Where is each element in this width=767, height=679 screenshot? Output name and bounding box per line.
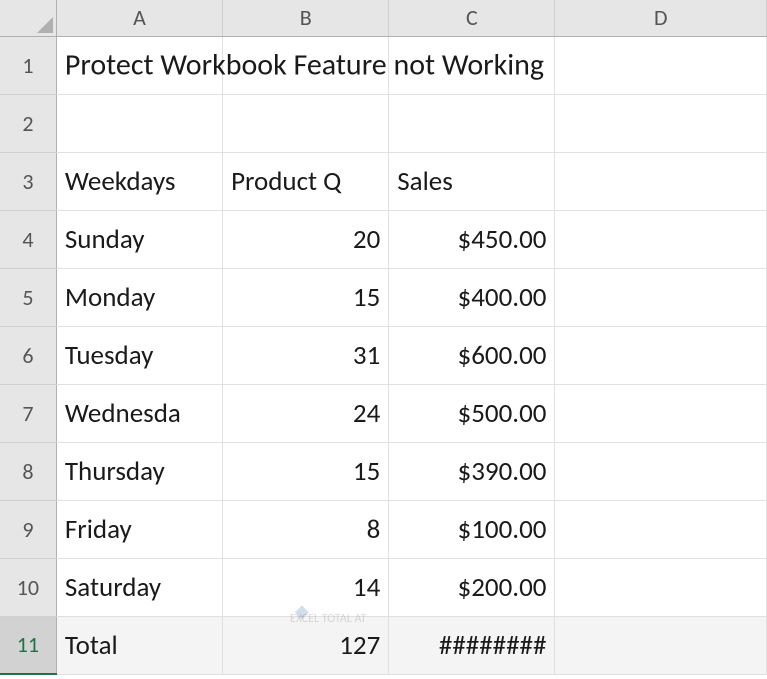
cell-c3[interactable]: Sales (389, 152, 555, 210)
spreadsheet-grid[interactable]: A B C D 1 Protect Workbook Feature not W… (0, 0, 767, 675)
cell-c10[interactable]: $200.00 (389, 558, 555, 616)
cell-b6[interactable]: 31 (223, 326, 389, 384)
cell-d5[interactable] (555, 268, 767, 326)
cell-d1[interactable] (555, 36, 767, 94)
col-header-a[interactable]: A (56, 0, 222, 36)
cell-b11[interactable]: 127 (223, 616, 389, 674)
cell-d7[interactable] (555, 384, 767, 442)
cell-a8[interactable]: Thursday (56, 442, 222, 500)
select-all-corner[interactable] (0, 0, 56, 36)
cell-b7[interactable]: 24 (223, 384, 389, 442)
cell-a11[interactable]: Total (56, 616, 222, 674)
cell-d2[interactable] (555, 94, 767, 152)
cell-b8[interactable]: 15 (223, 442, 389, 500)
cell-d10[interactable] (555, 558, 767, 616)
cell-c11[interactable]: ######## (389, 616, 555, 674)
cell-b4[interactable]: 20 (223, 210, 389, 268)
cell-d11[interactable] (555, 616, 767, 674)
row-header-1[interactable]: 1 (0, 36, 56, 94)
cell-d6[interactable] (555, 326, 767, 384)
cell-c5[interactable]: $400.00 (389, 268, 555, 326)
cell-a7[interactable]: Wednesda (56, 384, 222, 442)
cell-b9[interactable]: 8 (223, 500, 389, 558)
cell-a4[interactable]: Sunday (56, 210, 222, 268)
col-header-d[interactable]: D (555, 0, 767, 36)
cell-c6[interactable]: $600.00 (389, 326, 555, 384)
cell-c4[interactable]: $450.00 (389, 210, 555, 268)
col-header-c[interactable]: C (389, 0, 555, 36)
row-header-7[interactable]: 7 (0, 384, 56, 442)
cell-b2[interactable] (223, 94, 389, 152)
row-header-2[interactable]: 2 (0, 94, 56, 152)
cell-c7[interactable]: $500.00 (389, 384, 555, 442)
cell-d9[interactable] (555, 500, 767, 558)
cell-a1[interactable]: Protect Workbook Feature not Working (56, 36, 222, 94)
row-header-9[interactable]: 9 (0, 500, 56, 558)
row-header-5[interactable]: 5 (0, 268, 56, 326)
cell-a10[interactable]: Saturday (56, 558, 222, 616)
cell-c2[interactable] (389, 94, 555, 152)
row-header-10[interactable]: 10 (0, 558, 56, 616)
cell-c8[interactable]: $390.00 (389, 442, 555, 500)
row-header-4[interactable]: 4 (0, 210, 56, 268)
cell-c9[interactable]: $100.00 (389, 500, 555, 558)
cell-a5[interactable]: Monday (56, 268, 222, 326)
row-header-8[interactable]: 8 (0, 442, 56, 500)
cell-b3[interactable]: Product Q (223, 152, 389, 210)
row-header-11[interactable]: 11 (0, 616, 56, 674)
col-header-b[interactable]: B (223, 0, 389, 36)
cell-a3[interactable]: Weekdays (56, 152, 222, 210)
row-header-6[interactable]: 6 (0, 326, 56, 384)
row-header-3[interactable]: 3 (0, 152, 56, 210)
cell-b10[interactable]: 14 (223, 558, 389, 616)
cell-a2[interactable] (56, 94, 222, 152)
title-text: Protect Workbook Feature not Working (65, 47, 544, 84)
cell-d3[interactable] (555, 152, 767, 210)
select-all-triangle-icon (37, 17, 53, 33)
cell-a6[interactable]: Tuesday (56, 326, 222, 384)
cell-a9[interactable]: Friday (56, 500, 222, 558)
cell-d4[interactable] (555, 210, 767, 268)
cell-d8[interactable] (555, 442, 767, 500)
cell-b5[interactable]: 15 (223, 268, 389, 326)
